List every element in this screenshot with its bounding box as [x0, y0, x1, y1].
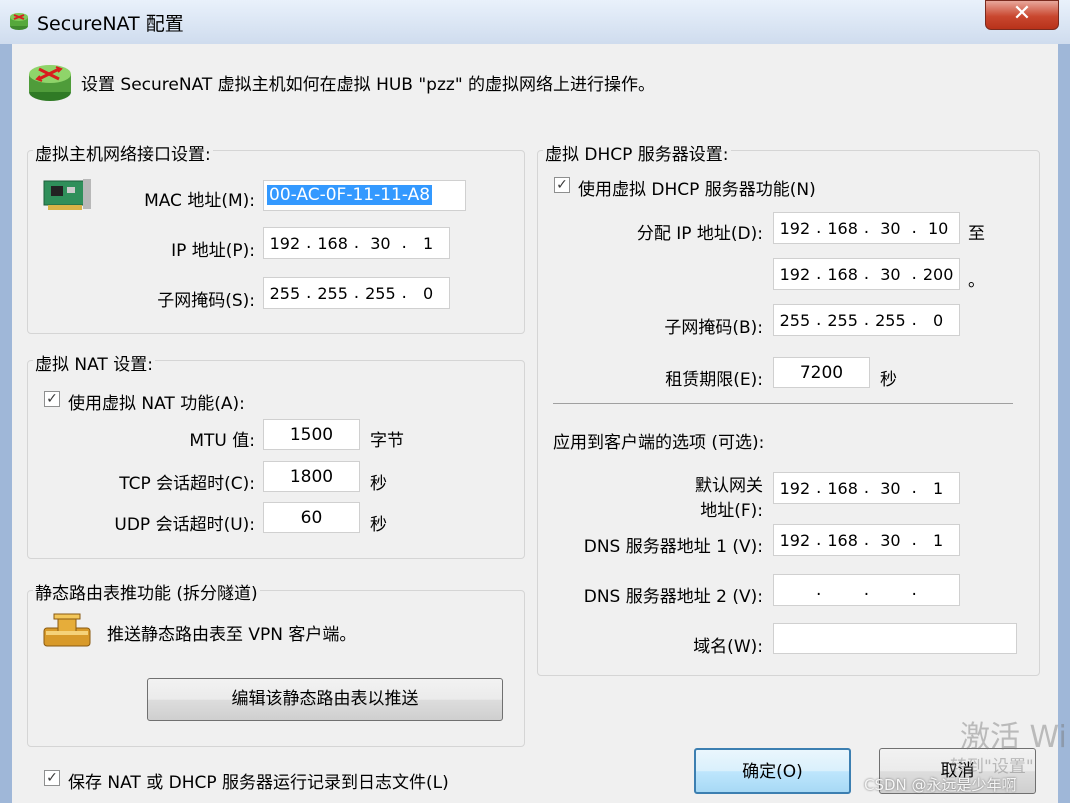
mtu-label: MTU 值: [189, 431, 255, 451]
ip-octet: 192 [779, 530, 811, 550]
host-group-title: 虚拟主机网络接口设置: [33, 140, 213, 165]
lease-unit: 秒 [880, 370, 897, 390]
lease-label: 租赁期限(E): [665, 370, 763, 390]
gateway-label-line1: 默认网关 [695, 476, 763, 496]
ip-octet: 30 [880, 530, 901, 550]
dns2-field[interactable]: . . . [773, 574, 960, 606]
dhcp-range-end-field[interactable]: 192. 168. 30. 200 [773, 258, 960, 290]
nat-enable-checkbox[interactable]: ✓ [44, 391, 60, 407]
ip-octet: 168 [827, 264, 858, 284]
mask-octet: 0 [423, 283, 434, 303]
dhcp-subnet-mask-field[interactable]: 255. 255. 255. 0 [773, 304, 960, 336]
range-to-label: 至 [968, 224, 985, 244]
router-icon [29, 65, 71, 101]
mtu-field[interactable]: 1500 [263, 419, 360, 450]
options-title: 应用到客户端的选项 (可选): [553, 433, 765, 453]
edit-static-route-button[interactable]: 编辑该静态路由表以推送 [147, 678, 503, 721]
subnet-mask-field[interactable]: 255. 255. 255. 0 [263, 277, 450, 309]
range-end-mark: 。 [968, 271, 985, 291]
csdn-watermark: CSDN @永远是少年啊 [864, 776, 1017, 794]
mtu-unit: 字节 [370, 431, 404, 451]
mask-label: 子网掩码(S): [157, 291, 255, 311]
ip-octet: 168 [827, 530, 858, 550]
dns1-label: DNS 服务器地址 1 (V): [583, 537, 763, 557]
ip-octet: 192 [779, 478, 811, 498]
route-description: 推送静态路由表至 VPN 客户端。 [107, 625, 357, 645]
mask-octet: 255 [827, 310, 858, 330]
ip-label: IP 地址(P): [171, 241, 255, 261]
ip-octet: 192 [779, 264, 811, 284]
ip-octet: 10 [927, 218, 949, 238]
nat-enable-label: 使用虚拟 NAT 功能(A): [68, 394, 245, 414]
options-separator [553, 403, 1013, 404]
mac-value: 00-AC-0F-11-11-A8 [267, 185, 433, 205]
ok-button[interactable]: 确定(O) [694, 748, 851, 794]
ip-octet: 168 [317, 233, 348, 253]
ip-octet: 30 [880, 478, 901, 498]
dns1-field[interactable]: 192. 168. 30. 1 [773, 524, 960, 556]
dhcp-range-label: 分配 IP 地址(D): [636, 224, 763, 244]
ip-octet: 168 [827, 478, 858, 498]
dhcp-enable-label: 使用虚拟 DHCP 服务器功能(N) [578, 180, 816, 200]
route-group-title: 静态路由表推功能 (拆分隧道) [33, 579, 260, 604]
securenat-app-icon [10, 13, 28, 30]
ip-octet: 200 [922, 264, 954, 284]
static-route-group [27, 590, 525, 747]
mask-octet: 255 [317, 283, 348, 303]
dhcp-mask-label: 子网掩码(B): [664, 318, 763, 338]
ip-octet: 1 [423, 233, 434, 253]
udp-timeout-label: UDP 会话超时(U): [114, 515, 255, 535]
ip-octet: 168 [827, 218, 858, 238]
gateway-label-line2: 地址(F): [700, 501, 763, 521]
log-checkbox[interactable]: ✓ [44, 770, 60, 786]
mac-address-field[interactable]: 00-AC-0F-11-11-A8 [263, 180, 466, 211]
mac-label: MAC 地址(M): [144, 191, 255, 211]
gateway-field[interactable]: 192. 168. 30. 1 [773, 472, 960, 504]
dhcp-group-title: 虚拟 DHCP 服务器设置: [543, 140, 731, 165]
ip-octet: 1 [933, 530, 944, 550]
mask-octet: 255 [365, 283, 396, 303]
ip-address-field[interactable]: 192. 168. 30. 1 [263, 227, 450, 259]
ip-octet: 30 [370, 233, 391, 253]
lease-field[interactable]: 7200 [773, 357, 870, 388]
pipe-icon [43, 613, 91, 647]
ip-octet: 192 [269, 233, 301, 253]
ip-octet: 30 [880, 218, 901, 238]
mask-octet: 255 [779, 310, 811, 330]
window-title: SecureNAT 配置 [37, 13, 184, 35]
close-button[interactable]: ✕ [985, 0, 1059, 30]
domain-label: 域名(W): [693, 637, 763, 657]
udp-unit: 秒 [370, 515, 387, 535]
ip-octet: 192 [779, 218, 811, 238]
network-card-icon [43, 179, 91, 210]
mask-octet: 255 [269, 283, 301, 303]
nat-group-title: 虚拟 NAT 设置: [33, 350, 155, 375]
ip-octet: 30 [880, 264, 901, 284]
dns2-label: DNS 服务器地址 2 (V): [583, 587, 763, 607]
tcp-timeout-label: TCP 会话超时(C): [119, 474, 255, 494]
domain-field[interactable] [773, 623, 1017, 654]
dhcp-enable-checkbox[interactable]: ✓ [554, 177, 570, 193]
udp-timeout-field[interactable]: 60 [263, 502, 360, 533]
mask-octet: 0 [933, 310, 944, 330]
mask-octet: 255 [875, 310, 906, 330]
log-label: 保存 NAT 或 DHCP 服务器运行记录到日志文件(L) [68, 773, 449, 793]
header-description: 设置 SecureNAT 虚拟主机如何在虚拟 HUB "pzz" 的虚拟网络上进… [81, 75, 656, 95]
ip-octet: 1 [933, 478, 944, 498]
tcp-unit: 秒 [370, 474, 387, 494]
activation-watermark: 激活 Wi [960, 720, 1067, 755]
dhcp-range-start-field[interactable]: 192. 168. 30. 10 [773, 212, 960, 244]
tcp-timeout-field[interactable]: 1800 [263, 461, 360, 492]
